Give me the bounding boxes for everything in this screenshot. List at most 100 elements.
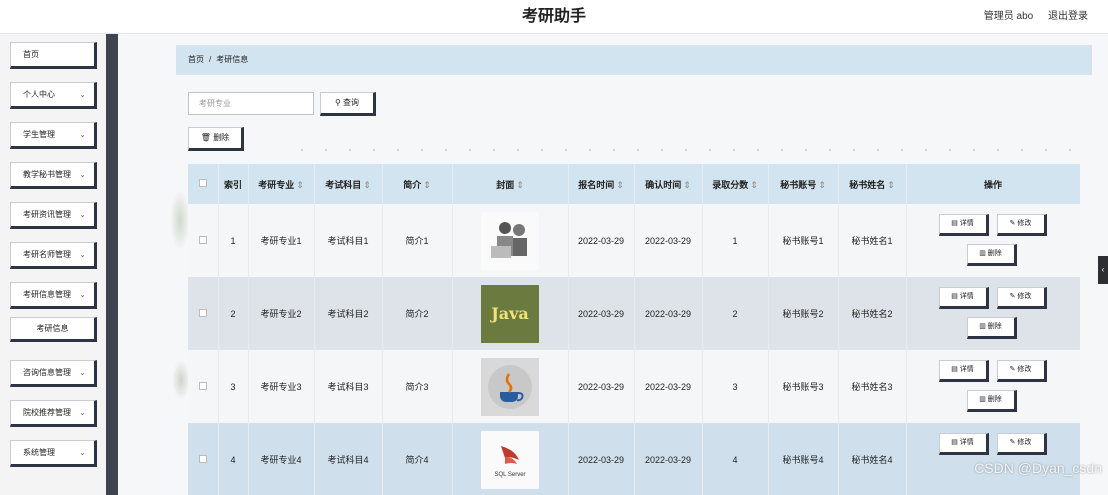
chevron-down-icon: ⌄ (79, 210, 86, 219)
column-header[interactable]: 考试科目 ⇕ (314, 164, 383, 204)
sidebar-item-teachers[interactable]: 考研名师管理 ⌄ (10, 242, 97, 269)
delete-button[interactable]: ▥ 删除 (966, 317, 1017, 339)
chevron-down-icon: ⌄ (79, 408, 86, 417)
cell-name: 秘书姓名4 (838, 423, 907, 495)
table-row: 3 考研专业3 考试科目3 简介3 2022-03-29 2022-03-29 … (188, 350, 1080, 423)
sort-icon: ⇕ (887, 179, 895, 190)
sort-icon: ⇕ (750, 179, 758, 190)
cell-actions: ▤ 详情 ✎ 修改 (906, 423, 1080, 495)
detail-button[interactable]: ▤ 详情 (938, 433, 989, 455)
cell-major: 考研专业3 (248, 350, 315, 423)
chevron-down-icon: ⌄ (79, 130, 86, 139)
delete-button[interactable]: ▥ 删除 (966, 244, 1017, 266)
document-icon: ▤ (951, 220, 958, 227)
sidebar-item-personal-center[interactable]: 个人中心 ⌄ (10, 82, 97, 109)
column-header[interactable]: 封面 ⇕ (452, 164, 569, 204)
sidebar-item-exam-info-manage[interactable]: 考研信息管理 ⌄ (10, 282, 97, 309)
column-header[interactable]: 确认时间 ⇕ (634, 164, 703, 204)
search-button[interactable]: ⚲ 查询 (320, 92, 376, 116)
sidebar-item-system[interactable]: 系统管理 ⌄ (10, 440, 97, 467)
cell-confirm-time: 2022-03-29 (634, 204, 703, 277)
cell-cover (452, 350, 569, 423)
cell-name: 秘书姓名2 (838, 277, 907, 350)
batch-delete-button[interactable]: 🗑 删除 (188, 127, 244, 151)
cell-major: 考研专业2 (248, 277, 315, 350)
edit-button[interactable]: ✎ 修改 (996, 360, 1047, 382)
column-header[interactable]: 录取分数 ⇕ (702, 164, 769, 204)
cell-major: 考研专业4 (248, 423, 315, 495)
table-row: 1 考研专业1 考试科目1 简介1 2022-03-29 2022-03-29 … (188, 204, 1080, 277)
cell-subject: 考试科目1 (314, 204, 383, 277)
detail-button[interactable]: ▤ 详情 (938, 360, 989, 382)
cell-cover: Java (452, 277, 569, 350)
cell-account: 秘书账号3 (768, 350, 839, 423)
edit-button[interactable]: ✎ 修改 (996, 433, 1047, 455)
sidebar-subitem-exam-info[interactable]: 考研信息 (10, 317, 97, 342)
sidebar-item-home[interactable]: 首页 (10, 42, 97, 69)
sort-icon: ⇕ (616, 179, 624, 190)
row-checkbox[interactable] (188, 204, 219, 277)
trash-icon: ▥ (979, 323, 986, 330)
column-header[interactable]: 考研专业 ⇕ (248, 164, 315, 204)
row-checkbox[interactable] (188, 277, 219, 350)
delete-button[interactable]: ▥ 删除 (966, 390, 1017, 412)
sidebar-item-label: 考研信息管理 (23, 290, 71, 299)
chevron-down-icon: ⌄ (79, 250, 86, 259)
sidebar-scrollbar[interactable] (106, 34, 118, 495)
logout-link[interactable]: 退出登录 (1048, 11, 1088, 22)
cell-score: 4 (702, 423, 769, 495)
cell-index: 2 (218, 277, 249, 350)
cover-image[interactable]: SQL Server (481, 430, 539, 489)
search-input[interactable]: 考研专业 (188, 92, 314, 115)
sidebar-item-school-recommend[interactable]: 院校推荐管理 ⌄ (10, 400, 97, 427)
row-checkbox[interactable] (188, 350, 219, 423)
select-all-checkbox[interactable] (188, 164, 219, 204)
column-header: 索引 (218, 164, 249, 204)
sidebar-item-students[interactable]: 学生管理 ⌄ (10, 122, 97, 149)
collapse-tab[interactable]: ‹ (1098, 256, 1108, 284)
sidebar-item-label: 系统管理 (23, 448, 55, 457)
column-header[interactable]: 秘书账号 ⇕ (768, 164, 839, 204)
cell-signup-time: 2022-03-29 (568, 204, 635, 277)
chevron-down-icon: ⌄ (79, 368, 86, 377)
cell-intro: 简介4 (382, 423, 453, 495)
column-header: 操作 (906, 164, 1080, 204)
trash-icon: ▥ (979, 250, 986, 257)
sidebar-item-label: 教学秘书管理 (23, 170, 71, 179)
column-header[interactable]: 秘书姓名 ⇕ (838, 164, 907, 204)
detail-button[interactable]: ▤ 详情 (938, 287, 989, 309)
detail-button[interactable]: ▤ 详情 (938, 214, 989, 236)
cell-score: 2 (702, 277, 769, 350)
app-title: 考研助手 (521, 8, 586, 25)
top-bar: 考研助手 管理员 abo 退出登录 (0, 0, 1108, 34)
watermark: CSDN @Dyan_csdn (974, 460, 1102, 476)
chevron-down-icon: ⌄ (79, 90, 86, 99)
cell-account: 秘书账号2 (768, 277, 839, 350)
cover-image[interactable]: Java (481, 284, 539, 343)
document-icon: ▤ (951, 439, 958, 446)
sidebar-item-consult[interactable]: 咨询信息管理 ⌄ (10, 360, 97, 387)
edit-button[interactable]: ✎ 修改 (996, 287, 1047, 309)
row-checkbox[interactable] (188, 423, 219, 495)
sql-server-logo-icon (501, 445, 519, 464)
breadcrumb-home[interactable]: 首页 (188, 55, 204, 64)
trash-icon: 🗑 (200, 133, 211, 142)
edit-button[interactable]: ✎ 修改 (996, 214, 1047, 236)
cover-image[interactable] (481, 357, 539, 416)
cover-image[interactable] (481, 211, 539, 270)
sidebar-item-news[interactable]: 考研资讯管理 ⌄ (10, 202, 97, 229)
user-area: 管理员 abo 退出登录 (972, 0, 1088, 34)
cell-score: 3 (702, 350, 769, 423)
cell-intro: 简介3 (382, 350, 453, 423)
breadcrumb-current: 考研信息 (216, 55, 249, 64)
column-header[interactable]: 简介 ⇕ (382, 164, 453, 204)
cell-subject: 考试科目3 (314, 350, 383, 423)
pencil-icon: ✎ (1009, 366, 1016, 373)
chevron-down-icon: ⌄ (79, 448, 86, 457)
chevron-down-icon: ⌄ (79, 170, 86, 179)
search-icon: ⚲ (334, 98, 341, 107)
cell-actions: ▤ 详情 ✎ 修改 ▥ 删除 (906, 350, 1080, 423)
sidebar-item-secretaries[interactable]: 教学秘书管理 ⌄ (10, 162, 97, 189)
table-row: 4 考研专业4 考试科目4 简介4 SQL Server 2022-03-29 … (188, 423, 1080, 495)
column-header[interactable]: 报名时间 ⇕ (568, 164, 635, 204)
